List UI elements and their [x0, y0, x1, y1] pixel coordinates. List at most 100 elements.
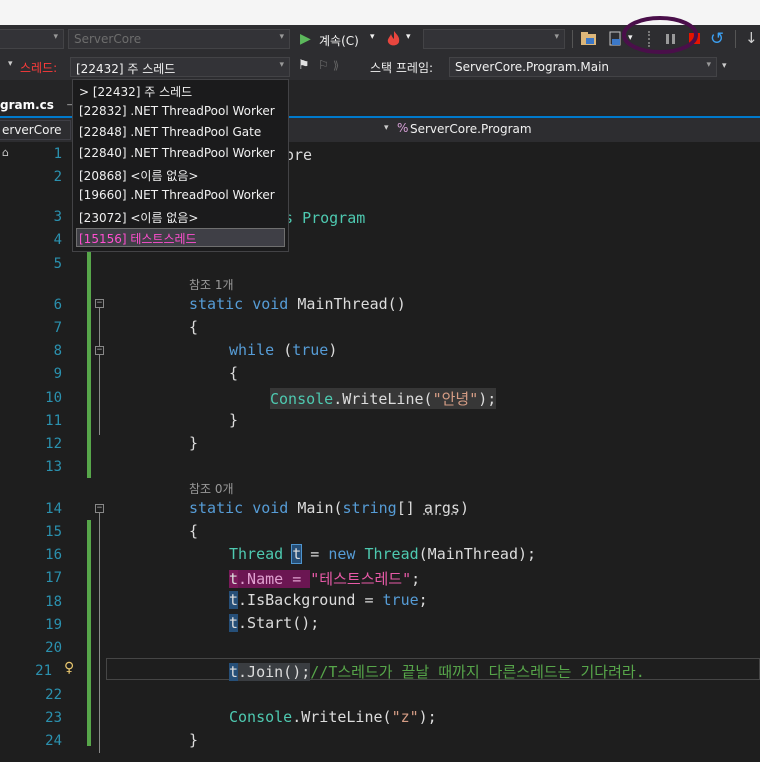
code-line-12: } — [189, 434, 199, 452]
code-line-8: while (true) — [229, 341, 338, 359]
collapse-icon[interactable]: − — [95, 504, 104, 513]
blank-combo[interactable]: ▾ — [423, 29, 565, 49]
thread-option[interactable]: [20868] <이름 없음> — [79, 167, 198, 184]
chevron-down-icon: ▾ — [406, 32, 411, 42]
show-external-icon[interactable]: ⟫ — [333, 59, 339, 72]
chevron-down-icon: ▾ — [370, 32, 375, 42]
code-line-16: Thread t = new Thread(MainThread); — [229, 544, 537, 564]
continue-label: 계속(C) — [319, 34, 359, 48]
fold-guide — [99, 513, 100, 753]
startup-project-value: ServerCore — [74, 32, 142, 46]
thread-option[interactable]: [19660] .NET ThreadPool Worker — [79, 188, 275, 202]
code-line-7: { — [189, 318, 199, 336]
chevron-down-icon: ▾ — [279, 32, 284, 42]
solution-config-combo[interactable]: ▾ — [0, 29, 64, 49]
line-number: 12 — [45, 436, 62, 452]
project-combo[interactable]: erverCore — [0, 120, 71, 140]
chevron-down-icon: ▾ — [8, 59, 13, 69]
step-into-icon[interactable]: ↓ — [745, 29, 758, 47]
line-number: 15 — [45, 524, 62, 540]
line-number: 10 — [45, 390, 62, 406]
tab-program-cs[interactable]: gram.cs ⊣ — [0, 98, 83, 118]
change-bar — [87, 250, 91, 478]
flag-icon[interactable]: ⚑ — [298, 58, 310, 73]
code-line-14: static void Main(string[] args) — [189, 499, 469, 517]
flame-icon — [387, 31, 400, 46]
chevron-down-icon[interactable]: ▾ — [384, 123, 389, 133]
thread-option[interactable]: [22840] .NET ThreadPool Worker — [79, 146, 275, 160]
line-number: 18 — [45, 594, 62, 610]
stack-frame-value: ServerCore.Program.Main — [455, 60, 610, 74]
code-line-3: s Program — [284, 209, 366, 227]
code-line-24: } — [189, 731, 199, 749]
class-icon: % — [397, 121, 409, 135]
code-line-6: static void MainThread() — [189, 295, 406, 313]
line-number: 3 — [53, 209, 62, 225]
line-number: 20 — [45, 640, 62, 656]
line-number: 9 — [53, 366, 62, 382]
standard-toolbar: ▾ ServerCore ▾ ▶ 계속(C) ▾ ▾ ▾ ▾ ↺ ↓ — [0, 16, 760, 54]
flag-all-threads-icon[interactable]: ⚐ — [318, 58, 329, 72]
chevron-down-icon: ▾ — [554, 32, 559, 42]
line-number: 1 — [53, 146, 62, 162]
codelens-references[interactable]: 참조 0개 — [189, 480, 234, 497]
folder-open-icon[interactable] — [580, 30, 598, 48]
thread-option[interactable]: [23072] <이름 없음> — [79, 209, 198, 226]
codelens-references[interactable]: 참조 1개 — [189, 276, 234, 293]
thread-label: 스레드: — [20, 61, 58, 75]
thread-dropdown-list: > [22432] 주 스레드 [22832] .NET ThreadPool … — [72, 79, 289, 252]
collapse-icon[interactable]: − — [95, 346, 104, 355]
line-number: 22 — [45, 687, 62, 703]
lightbulb-icon[interactable]: ♀ — [64, 660, 74, 676]
line-number: 23 — [45, 710, 62, 726]
code-line-1: ore — [285, 146, 313, 164]
collapse-icon[interactable]: − — [95, 299, 104, 308]
line-number: 4 — [53, 232, 62, 248]
line-number: 6 — [53, 297, 62, 313]
code-line-15: { — [189, 522, 199, 540]
code-line-19: t.Start(); — [229, 614, 320, 632]
restart-icon[interactable]: ↺ — [710, 29, 724, 49]
continue-button[interactable]: ▶ 계속(C) ▾ — [298, 29, 380, 49]
thread-option[interactable]: [22848] .NET ThreadPool Gate — [79, 125, 261, 139]
fold-guide — [99, 308, 100, 346]
thread-option-selected[interactable]: [15156] 테스트스레드 — [79, 230, 197, 247]
annotation-circle — [622, 16, 698, 54]
code-line-9: { — [229, 364, 239, 382]
margin-icon: ⌂ — [2, 146, 9, 159]
code-line-23: Console.WriteLine("z"); — [229, 708, 437, 726]
chevron-down-icon: ▾ — [53, 32, 58, 42]
toolbar-overflow-icon[interactable]: ▾ — [722, 61, 727, 71]
thread-combo-value: [22432] 주 스레드 — [76, 62, 176, 76]
change-bar — [87, 520, 91, 746]
code-line-17: t.Name = "테스트스레드"; — [229, 570, 421, 588]
thread-combo[interactable]: [22432] 주 스레드 ▾ — [70, 57, 290, 77]
stack-frame-label: 스택 프레임: — [370, 61, 434, 75]
line-number: 14 — [45, 501, 62, 517]
code-line-11: } — [229, 411, 239, 429]
thread-option[interactable]: [22832] .NET ThreadPool Worker — [79, 104, 275, 118]
line-number: 8 — [53, 343, 62, 359]
line-number: 17 — [45, 570, 62, 586]
line-number: 21 — [35, 663, 52, 679]
stack-frame-combo[interactable]: ServerCore.Program.Main ▾ — [449, 57, 717, 77]
line-number: 2 — [53, 169, 62, 185]
code-line-10: Console.WriteLine("안녕"); — [270, 388, 497, 409]
code-line-18: t.IsBackground = true; — [229, 591, 428, 609]
class-combo-value[interactable]: ServerCore.Program — [410, 122, 532, 136]
hot-reload-button[interactable]: ▾ — [385, 29, 417, 49]
tab-label: gram.cs — [0, 98, 54, 112]
project-combo-value: erverCore — [2, 123, 62, 137]
line-number: 7 — [53, 320, 62, 336]
chevron-down-icon: ▾ — [279, 60, 284, 70]
startup-project-combo[interactable]: ServerCore ▾ — [68, 29, 290, 49]
line-number: 11 — [45, 413, 62, 429]
line-number: 16 — [45, 547, 62, 563]
chevron-down-icon: ▾ — [706, 60, 711, 70]
line-number: 24 — [45, 733, 62, 749]
toolbar-separator — [735, 30, 736, 48]
play-icon: ▶ — [300, 31, 311, 47]
debug-location-toolbar: ▾ 스레드: [22432] 주 스레드 ▾ ⚑ ⚐ ⟫ 스택 프레임: Ser… — [0, 54, 760, 80]
toolbar-separator — [572, 30, 573, 48]
thread-option[interactable]: > [22432] 주 스레드 — [79, 83, 192, 100]
